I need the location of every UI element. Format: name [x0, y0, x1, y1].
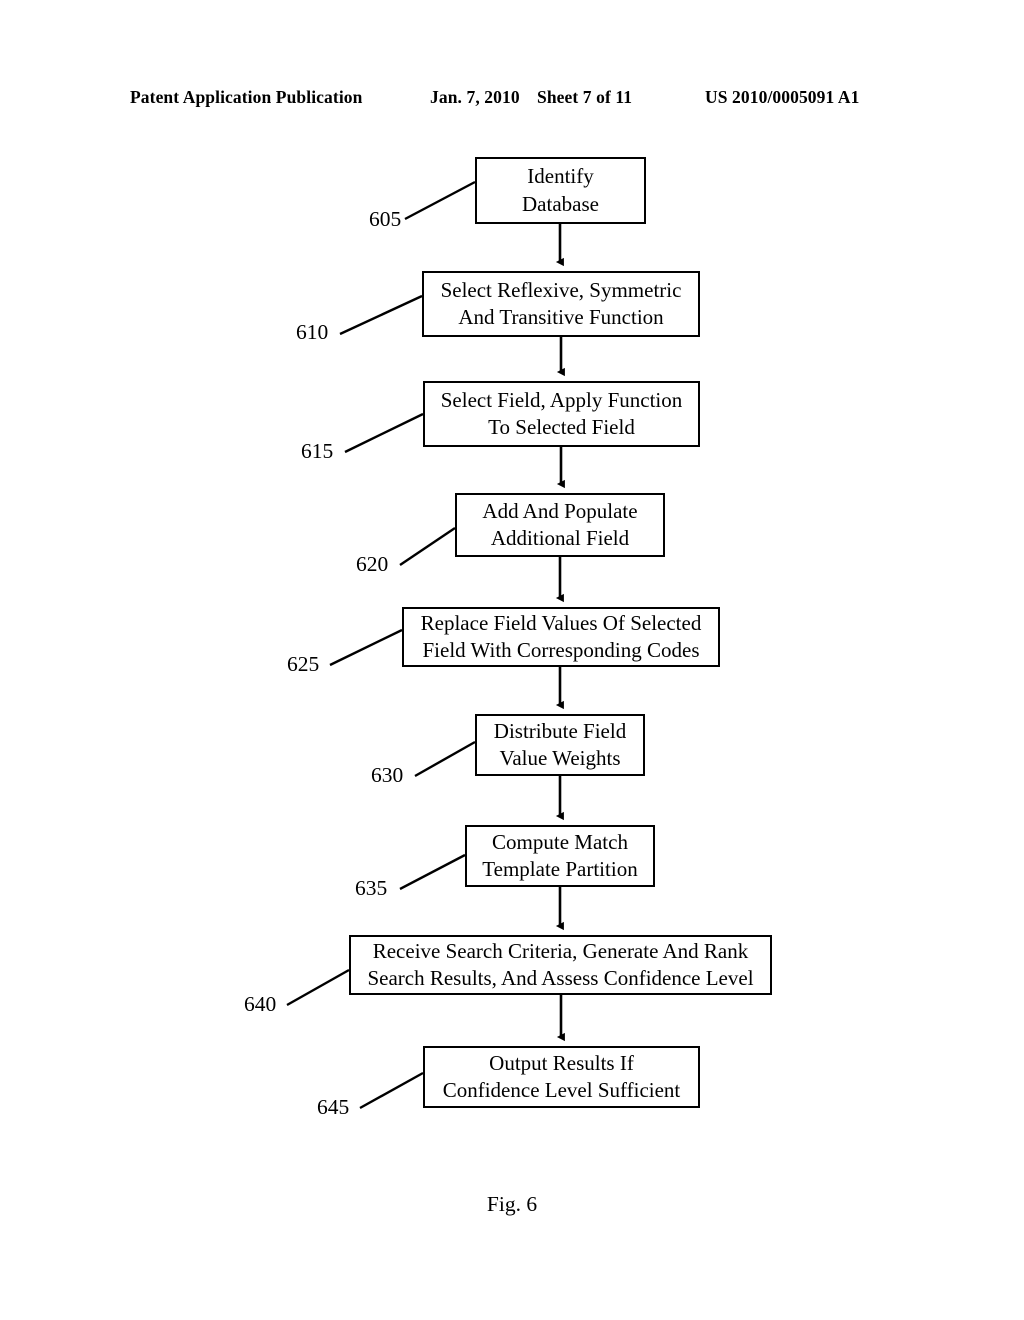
leader-line-615: [344, 412, 424, 454]
process-box-635: Compute Match Template Partition: [465, 825, 655, 887]
process-box-text-line: Compute Match: [492, 829, 628, 854]
process-box-text-line: Distribute Field: [493, 718, 627, 743]
process-box-text-line: Database: [522, 191, 599, 216]
leader-line-645: [359, 1071, 424, 1110]
process-box-text-line: Receive Search Criteria, Generate And Ra…: [372, 938, 749, 963]
process-box-text-line: Output Results If: [489, 1050, 634, 1075]
reference-numeral-620: 620: [356, 552, 389, 576]
reference-numeral-610: 610: [296, 320, 329, 344]
reference-numeral-630: 630: [371, 763, 404, 787]
process-box-text-line: Add And Populate: [482, 498, 638, 523]
leader-line-605: [404, 180, 476, 221]
process-box-text-line: Field With Corresponding Codes: [422, 638, 700, 662]
leader-line-625: [329, 628, 403, 667]
process-box-text-line: Search Results, And Assess Confidence Le…: [367, 966, 754, 990]
leader-line-635: [399, 853, 466, 891]
reference-numeral-625: 625: [287, 652, 320, 676]
process-box-text-line: Replace Field Values Of Selected: [420, 610, 702, 635]
reference-numeral-635: 635: [355, 876, 388, 900]
process-box-text-line: Select Reflexive, Symmetric: [440, 277, 682, 302]
process-box-text-line: And Transitive Function: [458, 305, 664, 329]
process-box-605: Identify Database: [475, 157, 646, 224]
process-box-645: Output Results If Confidence Level Suffic…: [423, 1046, 700, 1108]
leader-line-610: [339, 294, 423, 336]
process-box-text-line: To Selected Field: [488, 415, 635, 439]
process-box-text-line: Template Partition: [482, 857, 638, 881]
process-box-text-line: Additional Field: [490, 526, 630, 550]
process-box-610: Select Reflexive, Symmetric And Transitiv…: [422, 271, 700, 337]
process-box-640: Receive Search Criteria, Generate And Ra…: [349, 935, 772, 995]
reference-numeral-645: 645: [317, 1095, 350, 1119]
process-box-text-line: Value Weights: [499, 746, 621, 770]
flowchart-figure: Identify Database Select Reflexive, Symmet…: [0, 0, 1024, 1320]
process-box-text-line: Confidence Level Sufficient: [442, 1078, 681, 1102]
process-box-630: Distribute Field Value Weights: [475, 714, 645, 776]
process-box-text-line: Identify: [527, 164, 594, 189]
leader-line-620: [399, 527, 456, 566]
figure-caption: Fig. 6: [486, 1192, 538, 1216]
leader-line-630: [414, 740, 476, 778]
reference-numeral-615: 615: [301, 439, 334, 463]
process-box-620: Add And Populate Additional Field: [455, 493, 665, 557]
reference-numeral-640: 640: [244, 992, 277, 1016]
process-box-text-line: Select Field, Apply Function: [440, 387, 683, 412]
reference-numeral-605: 605: [369, 207, 402, 231]
leader-line-640: [286, 968, 350, 1007]
process-box-615: Select Field, Apply Function To Selected …: [423, 381, 700, 447]
process-box-625: Replace Field Values Of Selected Field Wi…: [402, 607, 720, 667]
